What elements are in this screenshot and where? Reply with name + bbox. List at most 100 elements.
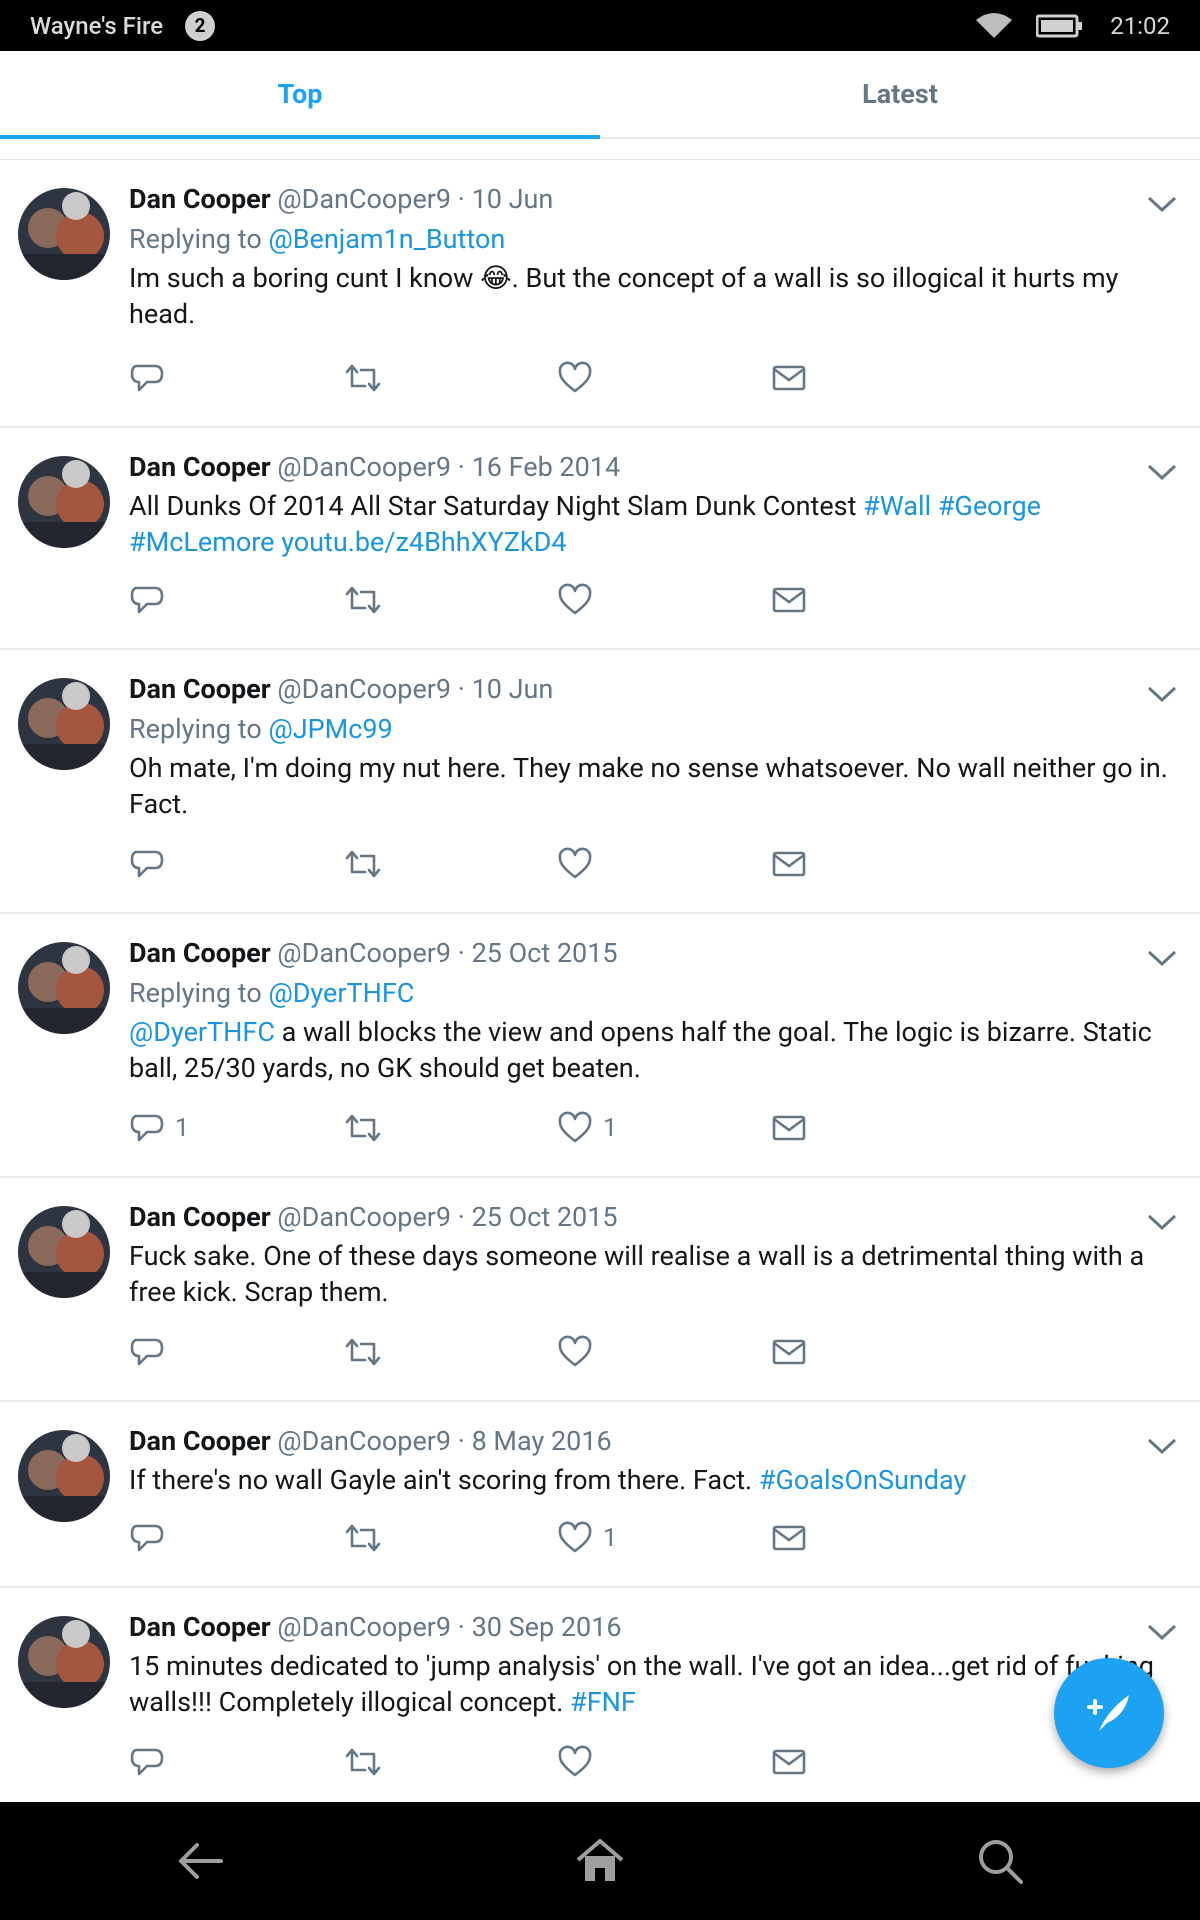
retweet-button[interactable] — [343, 1744, 557, 1780]
chevron-down-icon[interactable] — [1146, 684, 1178, 704]
reply-button[interactable] — [129, 582, 343, 618]
like-button[interactable] — [557, 846, 771, 882]
tab-latest[interactable]: Latest — [600, 51, 1200, 137]
tweet-header: Dan Cooper @DanCooper9 · 25 Oct 2015 — [129, 1200, 1170, 1234]
avatar[interactable] — [18, 1206, 110, 1298]
tweet-date[interactable]: 8 May 2016 — [472, 1425, 612, 1457]
like-button[interactable]: 1 — [557, 1110, 771, 1146]
hashtag-link[interactable]: #Wall — [863, 490, 931, 522]
tweet-date[interactable]: 25 Oct 2015 — [472, 1201, 618, 1233]
author-name[interactable]: Dan Cooper — [129, 937, 271, 969]
avatar[interactable] — [18, 1430, 110, 1522]
tweet-date[interactable]: 30 Sep 2016 — [472, 1611, 622, 1643]
tweet[interactable]: Dan Cooper @DanCooper9 · 16 Feb 2014 All… — [0, 428, 1200, 650]
tweet-date[interactable]: 16 Feb 2014 — [472, 451, 621, 483]
retweet-button[interactable] — [343, 846, 557, 882]
author-name[interactable]: Dan Cooper — [129, 673, 271, 705]
author-name[interactable]: Dan Cooper — [129, 183, 271, 215]
author-handle[interactable]: @DanCooper9 — [277, 1425, 451, 1457]
hashtag-link[interactable]: #George — [938, 490, 1041, 522]
hashtag-link[interactable]: #McLemore — [129, 526, 274, 558]
tweet[interactable]: Dan Cooper @DanCooper9 · 10 Jun Replying… — [0, 650, 1200, 914]
tweet-actions — [129, 1744, 985, 1780]
author-handle[interactable]: @DanCooper9 — [277, 1201, 451, 1233]
direct-message-button[interactable] — [771, 360, 985, 396]
avatar[interactable] — [18, 942, 110, 1034]
envelope-icon — [772, 365, 806, 391]
search-button[interactable] — [960, 1821, 1040, 1901]
author-handle[interactable]: @DanCooper9 — [277, 183, 451, 215]
hashtag-link[interactable]: #FNF — [570, 1686, 636, 1718]
like-button[interactable] — [557, 582, 771, 618]
reply-button[interactable]: 1 — [129, 1110, 343, 1146]
author-name[interactable]: Dan Cooper — [129, 1425, 271, 1457]
author-name[interactable]: Dan Cooper — [129, 451, 271, 483]
like-button[interactable] — [557, 360, 771, 396]
direct-message-button[interactable] — [771, 582, 985, 618]
mention-link[interactable]: @DyerTHFC — [129, 1016, 275, 1048]
tab-top[interactable]: Top — [0, 51, 600, 139]
tweet[interactable]: Dan Cooper @DanCooper9 · 10 Jun Replying… — [0, 160, 1200, 428]
avatar[interactable] — [18, 1616, 110, 1708]
like-button[interactable] — [557, 1334, 771, 1370]
direct-message-button[interactable] — [771, 846, 985, 882]
url-link[interactable]: youtu.be/z4BhhXYZkD4 — [281, 526, 566, 558]
tweet-text: @DyerTHFC a wall blocks the view and ope… — [129, 1014, 1170, 1086]
tweet-header: Dan Cooper @DanCooper9 · 16 Feb 2014 — [129, 450, 1170, 484]
status-clock: 21:02 — [1110, 11, 1170, 40]
tweet-text-part: a wall blocks the view and opens half th… — [129, 1016, 1152, 1084]
tweet-date[interactable]: 10 Jun — [472, 183, 554, 215]
direct-message-button[interactable] — [771, 1520, 985, 1556]
chevron-down-icon[interactable] — [1146, 1622, 1178, 1642]
envelope-icon — [772, 1749, 806, 1775]
replying-to-mention[interactable]: @DyerTHFC — [268, 977, 414, 1009]
author-name[interactable]: Dan Cooper — [129, 1611, 271, 1643]
envelope-icon — [772, 587, 806, 613]
hashtag-link[interactable]: #GoalsOnSunday — [759, 1464, 966, 1496]
chevron-down-icon[interactable] — [1146, 1436, 1178, 1456]
retweet-button[interactable] — [343, 1520, 557, 1556]
reply-button[interactable] — [129, 1520, 343, 1556]
author-handle[interactable]: @DanCooper9 — [277, 451, 451, 483]
heart-icon — [558, 1335, 592, 1367]
author-handle[interactable]: @DanCooper9 — [277, 937, 451, 969]
back-button[interactable] — [160, 1821, 240, 1901]
system-nav-bar — [0, 1802, 1200, 1920]
chevron-down-icon[interactable] — [1146, 948, 1178, 968]
tweet[interactable]: Dan Cooper @DanCooper9 · 30 Sep 2016 15 … — [0, 1588, 1200, 1802]
author-name[interactable]: Dan Cooper — [129, 1201, 271, 1233]
direct-message-button[interactable] — [771, 1334, 985, 1370]
tweet[interactable]: Dan Cooper @DanCooper9 · 25 Oct 2015 Fuc… — [0, 1178, 1200, 1402]
tweet-date[interactable]: 25 Oct 2015 — [472, 937, 618, 969]
chevron-down-icon[interactable] — [1146, 462, 1178, 482]
avatar[interactable] — [18, 456, 110, 548]
avatar[interactable] — [18, 188, 110, 280]
home-button[interactable] — [560, 1821, 640, 1901]
compose-tweet-button[interactable] — [1054, 1658, 1164, 1768]
replying-to-mention[interactable]: @JPMc99 — [268, 713, 392, 745]
replying-to-mention[interactable]: @Benjam1n_Button — [268, 223, 505, 255]
author-handle[interactable]: @DanCooper9 — [277, 1611, 451, 1643]
tweet-date[interactable]: 10 Jun — [472, 673, 554, 705]
direct-message-button[interactable] — [771, 1110, 985, 1146]
chevron-down-icon[interactable] — [1146, 1212, 1178, 1232]
retweet-button[interactable] — [343, 1334, 557, 1370]
chevron-down-icon[interactable] — [1146, 194, 1178, 214]
reply-button[interactable] — [129, 360, 343, 396]
avatar[interactable] — [18, 678, 110, 770]
retweet-button[interactable] — [343, 1110, 557, 1146]
direct-message-button[interactable] — [771, 1744, 985, 1780]
envelope-icon — [772, 1525, 806, 1551]
reply-button[interactable] — [129, 1334, 343, 1370]
reply-button[interactable] — [129, 1744, 343, 1780]
retweet-button[interactable] — [343, 360, 557, 396]
like-button[interactable]: 1 — [557, 1520, 771, 1556]
reply-button[interactable] — [129, 846, 343, 882]
tweet[interactable]: Dan Cooper @DanCooper9 · 8 May 2016 If t… — [0, 1402, 1200, 1588]
like-button[interactable] — [557, 1744, 771, 1780]
tweet-actions: 1 — [129, 1520, 985, 1556]
tweet[interactable]: Dan Cooper @DanCooper9 · 25 Oct 2015 Rep… — [0, 914, 1200, 1178]
retweet-button[interactable] — [343, 582, 557, 618]
author-handle[interactable]: @DanCooper9 — [277, 673, 451, 705]
tweet-text: All Dunks Of 2014 All Star Saturday Nigh… — [129, 488, 1170, 560]
